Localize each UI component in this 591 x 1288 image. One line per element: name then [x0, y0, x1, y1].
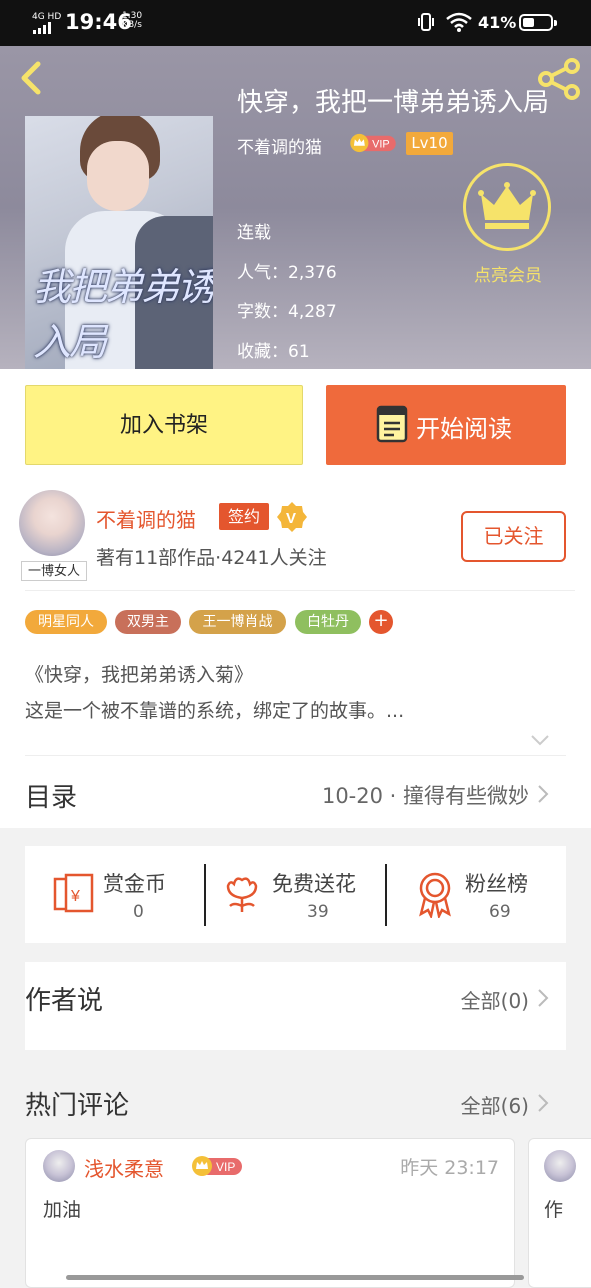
vip-badge-icon: VIP	[192, 1156, 242, 1176]
toc-label[interactable]: 目录	[25, 777, 77, 814]
svg-text:VIP: VIP	[216, 1160, 235, 1174]
add-to-shelf-button[interactable]: 加入书架	[25, 385, 303, 465]
book-author[interactable]: 不着调的猫	[237, 133, 322, 158]
comment-text: 作	[544, 1199, 564, 1221]
book-cover[interactable]: 我把弟弟诱入局	[25, 116, 213, 369]
follow-button[interactable]: 已关注	[461, 511, 566, 562]
crown-icon	[478, 182, 536, 229]
book-status: 连载	[237, 223, 271, 243]
intro-line-1: 《快穿，我把弟弟诱入菊》	[25, 664, 254, 686]
commenter-name[interactable]: 浅水柔意	[84, 1153, 164, 1182]
vip-badge-icon: VIP	[350, 133, 396, 153]
author-avatar[interactable]	[19, 490, 85, 556]
intro-line-2: 这是一个被不靠谱的系统，绑定了的故事。...	[25, 700, 405, 722]
author-says-all-link[interactable]: 全部(0)	[461, 985, 529, 1014]
book-favorites: 收藏：61	[237, 342, 310, 362]
verified-icon: V	[277, 502, 307, 532]
verified-letter: V	[286, 510, 296, 527]
commenter-avatar[interactable]	[43, 1150, 75, 1182]
flower-label[interactable]: 免费送花	[272, 868, 356, 898]
signal-icon	[33, 22, 51, 34]
tag-3[interactable]: 白牡丹	[295, 610, 361, 634]
svg-text:VIP: VIP	[372, 139, 390, 151]
vibrate-icon	[418, 13, 434, 31]
stat-divider	[204, 864, 206, 926]
avatar-tag: 一博女人	[21, 561, 87, 581]
tag-0[interactable]: 明星同人	[25, 610, 107, 634]
expand-chevron-icon[interactable]	[530, 733, 550, 747]
author-says-label: 作者说	[25, 986, 104, 1016]
flower-icon	[226, 877, 258, 912]
horizontal-scrollbar[interactable]	[66, 1275, 524, 1280]
fans-rank-label[interactable]: 粉丝榜	[465, 868, 528, 898]
reward-label[interactable]: 赏金币	[103, 868, 166, 898]
medal-icon	[419, 872, 451, 918]
member-label[interactable]: 点亮会员	[458, 261, 558, 286]
author-stats: 著有11部作品·4241人关注	[96, 547, 327, 569]
book-popularity: 人气：2,376	[237, 263, 337, 283]
flower-value: 39	[307, 902, 329, 922]
cover-title: 我把弟弟诱入局	[33, 265, 213, 364]
signed-badge: 签约	[219, 503, 269, 530]
comments-all-link[interactable]: 全部(6)	[461, 1090, 529, 1119]
stat-divider	[385, 864, 387, 926]
hot-comments-label: 热门评论	[25, 1091, 130, 1121]
book-title: 快穿，我把一博弟弟诱入局	[237, 88, 550, 118]
reward-value: 0	[133, 902, 144, 922]
author-name[interactable]: 不着调的猫	[96, 504, 196, 533]
toc-latest-chapter[interactable]: 10-20 · 撞得有些微妙	[322, 780, 529, 810]
book-word-count: 字数：4,287	[237, 302, 337, 322]
comment-time: 昨天 23:17	[400, 1157, 499, 1179]
network-speed: 1.30 KB/s	[122, 12, 142, 30]
tag-1[interactable]: 双男主	[115, 610, 181, 634]
svg-text:¥: ¥	[70, 888, 80, 905]
network-type: 4G HD	[32, 12, 62, 22]
start-reading-button[interactable]: 开始阅读	[326, 385, 566, 465]
reward-coin-icon: ¥	[53, 873, 94, 913]
more-tags-button[interactable]: +	[369, 610, 393, 634]
status-bar: 4G HD 19:46 1.30 KB/s 41%	[0, 0, 591, 46]
commenter-avatar[interactable]	[544, 1150, 576, 1182]
fans-rank-value: 69	[489, 902, 511, 922]
back-icon[interactable]	[14, 58, 50, 98]
battery-percent: 41%	[478, 13, 517, 32]
start-reading-label: 开始阅读	[416, 415, 512, 443]
member-button[interactable]	[463, 163, 551, 251]
chevron-right-icon[interactable]	[536, 987, 550, 1009]
chevron-right-icon[interactable]	[536, 783, 550, 805]
book-icon	[376, 405, 408, 443]
divider	[25, 590, 575, 591]
wifi-icon	[446, 12, 472, 32]
comment-text: 加油	[43, 1199, 82, 1221]
battery-icon	[519, 14, 557, 31]
chevron-right-icon[interactable]	[536, 1092, 550, 1114]
level-badge: Lv10	[406, 132, 453, 155]
divider	[25, 755, 566, 756]
tag-2[interactable]: 王一博肖战	[189, 610, 286, 634]
speed-unit: KB/s	[122, 20, 142, 30]
